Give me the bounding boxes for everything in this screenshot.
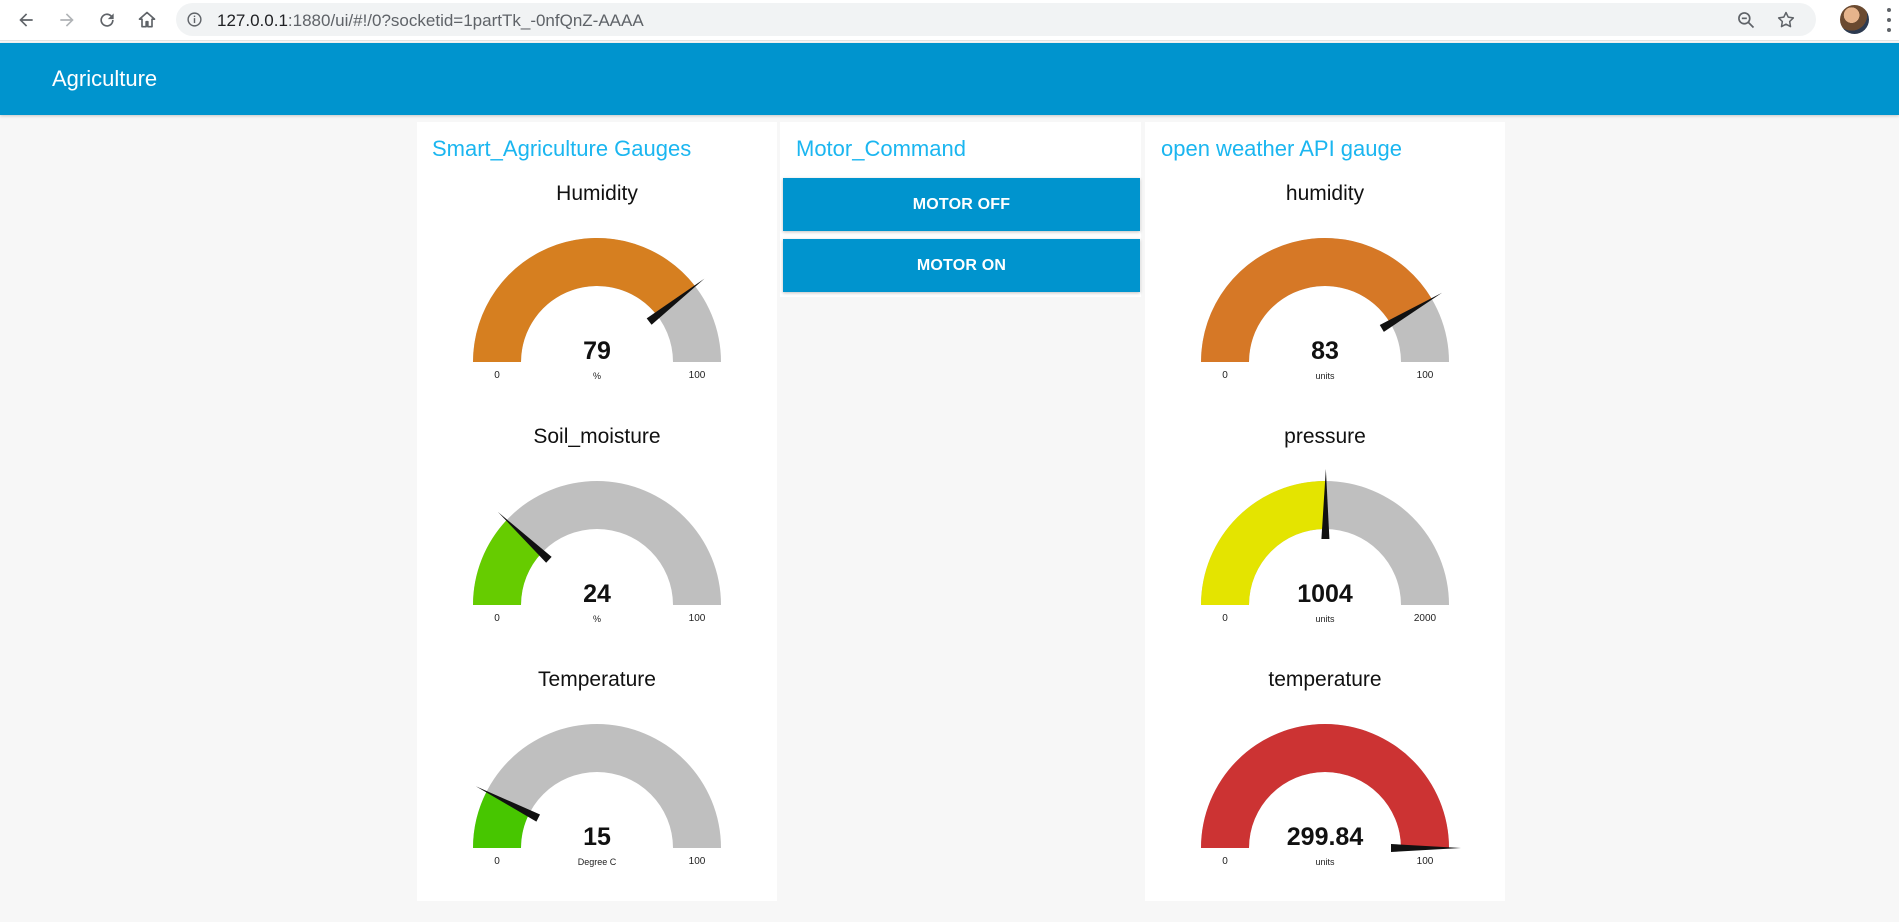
group-motor-command: Motor_Command MOTOR OFF MOTOR ON xyxy=(780,122,1141,297)
url-path: :1880/ui/#!/0?socketid=1partTk_-0nfQnZ-A… xyxy=(287,11,644,30)
gauge-max-label: 100 xyxy=(689,613,706,624)
gauge-title: Humidity xyxy=(556,182,638,205)
gauge-min-label: 0 xyxy=(494,856,500,867)
reload-icon[interactable] xyxy=(93,6,121,34)
group-title: open weather API gauge xyxy=(1161,136,1402,161)
gauge-units: % xyxy=(593,371,601,381)
browser-menu-icon[interactable] xyxy=(1883,8,1895,32)
gauge-value: 15 xyxy=(583,823,611,851)
gauge-dial: 299.84 units 0 100 xyxy=(1201,723,1461,867)
gauge-min-label: 0 xyxy=(1222,613,1228,624)
gauge-dial: 1004 units 0 2000 xyxy=(1201,469,1449,624)
gauge-min-label: 0 xyxy=(1222,856,1228,867)
group-open-weather-api-gauge: open weather API gauge humidity 83 units 0 1… xyxy=(1145,122,1505,901)
gauge-value: 79 xyxy=(583,337,611,365)
gauge-max-label: 2000 xyxy=(1414,613,1437,624)
gauge-max-label: 100 xyxy=(689,856,706,867)
gauge-value: 83 xyxy=(1311,337,1339,365)
motor-on-button[interactable]: MOTOR ON xyxy=(783,239,1140,292)
gauge-max-label: 100 xyxy=(689,370,706,381)
gauge-units: units xyxy=(1315,857,1335,867)
gauge-humidity: Humidity 79% 0 100 xyxy=(417,182,777,425)
url-host: 127.0.0.1 xyxy=(217,11,288,30)
gauge-value: 24 xyxy=(583,580,611,608)
bookmark-star-icon[interactable] xyxy=(1776,10,1796,30)
gauge-min-label: 0 xyxy=(494,370,500,381)
gauge-pressure: pressure 1004 units 0 2000 xyxy=(1145,425,1505,668)
url-text: 127.0.0.1:1880/ui/#!/0?socketid=1partTk_… xyxy=(217,11,644,31)
group-smart-agriculture-gauges: Smart_Agriculture Gauges Humidity 79% 0 100… xyxy=(417,122,777,901)
gauge-title: temperature xyxy=(1268,668,1382,691)
gauge-max-label: 100 xyxy=(1417,856,1434,867)
gauge-title: pressure xyxy=(1284,425,1366,448)
gauge-dial: 24% 0 100 xyxy=(473,480,721,624)
address-bar[interactable]: 127.0.0.1:1880/ui/#!/0?socketid=1partTk_… xyxy=(176,3,1816,36)
gauge-dial: 83 units 0 100 xyxy=(1201,237,1449,381)
browser-toolbar: 127.0.0.1:1880/ui/#!/0?socketid=1partTk_… xyxy=(0,0,1899,41)
dashboard-header: Agriculture xyxy=(0,43,1899,115)
gauge-title: humidity xyxy=(1285,182,1365,205)
gauge-soil_moisture: Soil_moisture 24% 0 100 xyxy=(417,425,777,668)
gauge-min-label: 0 xyxy=(1222,370,1228,381)
gauge-value: 1004 xyxy=(1297,580,1353,608)
motor-off-button[interactable]: MOTOR OFF xyxy=(783,178,1140,231)
gauge-dial: 79% 0 100 xyxy=(473,237,721,381)
gauge-temperature: temperature 299.84 units 0 100 xyxy=(1145,668,1505,911)
forward-icon[interactable] xyxy=(53,6,81,34)
home-icon[interactable] xyxy=(133,6,161,34)
info-icon[interactable] xyxy=(186,11,203,28)
gauge-units: units xyxy=(1315,371,1335,381)
gauge-title: Soil_moisture xyxy=(533,425,661,448)
dashboard-title: Agriculture xyxy=(52,66,158,91)
gauge-value: 299.84 xyxy=(1287,823,1364,851)
gauge-min-label: 0 xyxy=(494,613,500,624)
profile-avatar[interactable] xyxy=(1840,5,1869,34)
gauge-temperature: Temperature 15 Degree C 0 100 xyxy=(417,668,777,911)
zoom-out-icon[interactable] xyxy=(1736,10,1756,30)
gauge-humidity: humidity 83 units 0 100 xyxy=(1145,182,1505,425)
gauge-units: Degree C xyxy=(578,857,617,867)
gauge-units: % xyxy=(593,614,601,624)
gauge-title: Temperature xyxy=(538,668,656,691)
gauge-dial: 15 Degree C 0 100 xyxy=(473,723,721,867)
gauge-units: units xyxy=(1315,614,1335,624)
group-title: Smart_Agriculture Gauges xyxy=(432,136,692,161)
back-icon[interactable] xyxy=(12,6,40,34)
gauge-max-label: 100 xyxy=(1417,370,1434,381)
group-title: Motor_Command xyxy=(796,136,966,161)
